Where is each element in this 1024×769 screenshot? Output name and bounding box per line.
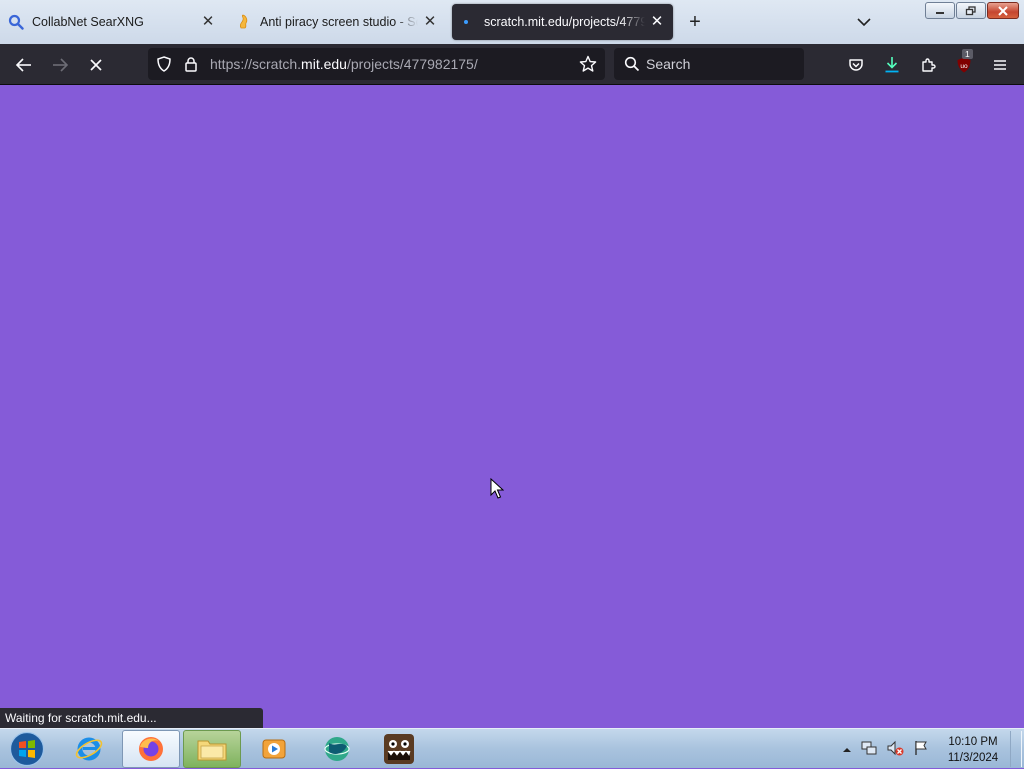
close-tab-icon[interactable]: ✕	[422, 14, 438, 30]
forward-arrow-icon[interactable]	[47, 52, 73, 78]
back-arrow-icon[interactable]	[11, 52, 37, 78]
url-prefix: https://scratch.	[210, 56, 302, 72]
url-path: /projects/477982175/	[346, 56, 478, 72]
downloads-icon[interactable]	[879, 52, 905, 78]
show-desktop-button[interactable]	[1010, 731, 1022, 767]
navigation-toolbar: https://scratch.mit.edu/projects/4779821…	[0, 44, 1024, 85]
tab-label: Anti piracy screen studio - Scratch	[260, 15, 418, 29]
tab-searxng[interactable]: CollabNet SearXNG ✕	[0, 4, 224, 40]
monster-app-icon[interactable]	[370, 730, 428, 768]
mouse-cursor-icon	[490, 477, 505, 505]
stop-loading-icon[interactable]	[83, 52, 109, 78]
start-button[interactable]	[6, 729, 48, 769]
window-controls	[925, 2, 1019, 19]
clock-date: 11/3/2024	[947, 752, 999, 764]
search-favicon-icon	[8, 14, 24, 30]
pocket-icon[interactable]	[843, 52, 869, 78]
volume-muted-icon[interactable]	[886, 739, 904, 762]
lock-icon[interactable]	[184, 56, 198, 77]
new-tab-icon[interactable]: +	[684, 11, 706, 33]
status-bar: Waiting for scratch.mit.edu...	[0, 708, 263, 728]
media-player-icon[interactable]	[245, 730, 303, 768]
minimize-icon[interactable]	[925, 2, 955, 19]
url-text: https://scratch.mit.edu/projects/4779821…	[210, 56, 478, 72]
search-placeholder: Search	[646, 56, 691, 72]
network-icon[interactable]	[860, 739, 878, 762]
url-domain: mit.edu	[301, 56, 347, 72]
bookmark-star-icon[interactable]	[579, 55, 597, 78]
scratch-favicon-icon	[236, 14, 252, 30]
restore-icon[interactable]	[956, 2, 986, 19]
search-bar[interactable]: Search	[614, 48, 804, 80]
hamburger-menu-icon[interactable]	[987, 52, 1013, 78]
status-text: Waiting for scratch.mit.edu...	[5, 711, 157, 725]
tab-label: scratch.mit.edu/projects/477982175/	[484, 15, 645, 29]
search-icon	[624, 56, 640, 77]
tab-anti-piracy[interactable]: Anti piracy screen studio - Scratch ✕	[228, 4, 446, 40]
close-tab-icon[interactable]: ✕	[200, 14, 216, 30]
globe-app-icon[interactable]	[308, 730, 366, 768]
system-tray	[842, 739, 930, 762]
tab-strip: CollabNet SearXNG ✕ Anti piracy screen s…	[0, 0, 1024, 44]
extension-badge: 1	[962, 49, 973, 59]
svg-text:uo: uo	[960, 63, 968, 70]
show-hidden-icons-icon[interactable]	[842, 742, 852, 760]
close-tab-icon[interactable]: ✕	[649, 14, 665, 30]
firefox-icon[interactable]	[122, 730, 180, 768]
file-explorer-icon[interactable]	[183, 730, 241, 768]
internet-explorer-icon[interactable]	[60, 730, 118, 768]
page-content[interactable]	[0, 85, 1024, 728]
taskbar: 10:10 PM 11/3/2024	[0, 728, 1024, 768]
tab-scratch-project[interactable]: scratch.mit.edu/projects/477982175/ ✕	[452, 4, 673, 40]
clock-time: 10:10 PM	[948, 736, 998, 748]
list-all-tabs-icon[interactable]	[853, 11, 875, 33]
tracking-protection-shield-icon[interactable]	[156, 56, 172, 77]
extensions-puzzle-icon[interactable]	[915, 52, 941, 78]
loading-dot-icon	[460, 14, 476, 30]
action-center-flag-icon[interactable]	[912, 739, 930, 762]
tab-label: CollabNet SearXNG	[32, 15, 144, 29]
ublock-origin-icon[interactable]: uo 1	[951, 49, 977, 78]
system-clock[interactable]: 10:10 PM 11/3/2024	[938, 734, 1008, 766]
window-close-icon[interactable]	[987, 2, 1019, 19]
address-bar[interactable]: https://scratch.mit.edu/projects/4779821…	[148, 48, 605, 80]
